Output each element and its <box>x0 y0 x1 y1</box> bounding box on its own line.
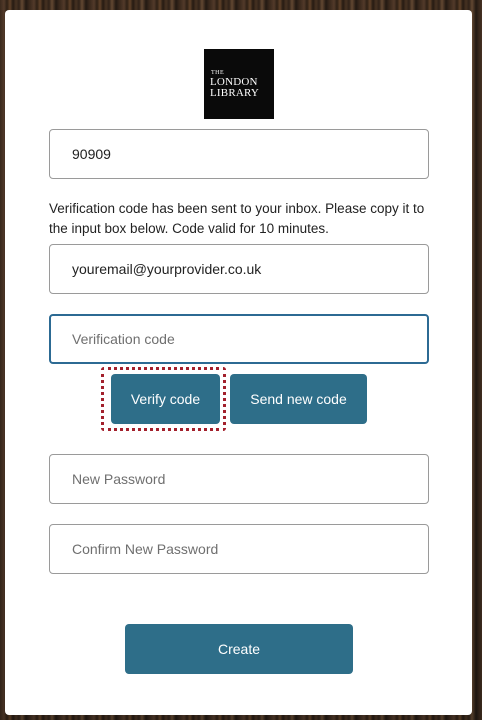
create-button[interactable]: Create <box>125 624 353 674</box>
verification-code-input[interactable] <box>49 314 429 364</box>
logo-line-library: LIBRARY <box>210 86 260 99</box>
london-library-logo: THE LONDON LIBRARY <box>204 49 274 119</box>
logo-line-london: LONDON <box>210 75 258 88</box>
verify-code-button[interactable]: Verify code <box>111 374 220 424</box>
email-field[interactable] <box>49 244 429 294</box>
membership-number-field[interactable] <box>49 129 429 179</box>
new-password-input[interactable] <box>49 454 429 504</box>
send-new-code-button[interactable]: Send new code <box>230 374 367 424</box>
verification-info-text: Verification code has been sent to your … <box>49 201 425 236</box>
confirm-password-input[interactable] <box>49 524 429 574</box>
